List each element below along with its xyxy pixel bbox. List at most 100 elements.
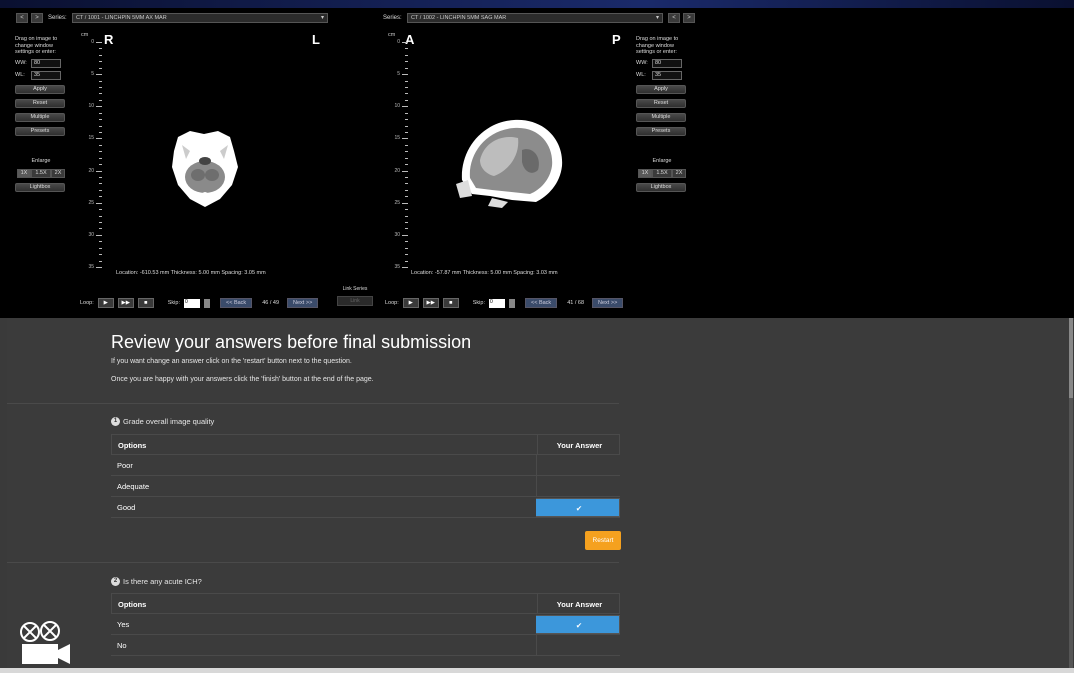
ruler-tick <box>405 93 408 95</box>
wl-input-right[interactable]: 35 <box>652 70 682 80</box>
ww-label: WW: <box>636 60 648 66</box>
scrollbar[interactable] <box>1069 318 1073 670</box>
reset-button[interactable]: Reset <box>15 98 65 108</box>
horizontal-scrollbar[interactable] <box>0 668 1074 673</box>
question-number: 1 <box>111 417 120 426</box>
ww-input-right[interactable]: 80 <box>652 58 682 68</box>
enlarge-1x-button-right[interactable]: 1X <box>637 168 653 178</box>
answer-cell <box>536 455 620 475</box>
table-row: Good ✔ <box>111 497 620 518</box>
sagittal-ct-image[interactable] <box>452 110 572 210</box>
loop-label: Loop: <box>385 300 399 306</box>
prev-series-button[interactable]: < <box>16 13 28 23</box>
question-text: Grade overall image quality <box>123 417 215 426</box>
skip-input[interactable]: 0 <box>184 298 200 308</box>
ruler-tick <box>99 254 102 256</box>
multiple-button-right[interactable]: Multiple <box>636 112 686 122</box>
ruler-number: 0 <box>91 39 94 45</box>
enlarge-2x-button-right[interactable]: 2X <box>671 168 687 178</box>
ruler-tick <box>405 196 408 198</box>
ruler-tick <box>405 67 408 69</box>
ruler-number: 20 <box>88 167 94 174</box>
ruler-number: 25 <box>394 199 400 206</box>
presets-button[interactable]: Presets <box>15 126 65 136</box>
ruler-tick <box>99 177 102 178</box>
fast-forward-icon[interactable]: ▶▶ <box>422 298 439 308</box>
table-row: Poor <box>111 455 620 476</box>
presets-button-right[interactable]: Presets <box>636 126 686 136</box>
ruler-tick <box>402 138 408 140</box>
reset-button-right[interactable]: Reset <box>636 98 686 108</box>
apply-button-right[interactable]: Apply <box>636 84 686 94</box>
ruler-tick <box>405 132 408 133</box>
chevron-down-icon: ▾ <box>320 15 324 21</box>
lightbox-button[interactable]: Lightbox <box>15 182 65 192</box>
answer-cell <box>536 635 620 655</box>
ruler-tick <box>99 151 102 153</box>
lightbox-button-right[interactable]: Lightbox <box>636 182 686 192</box>
ruler-number: 10 <box>88 103 94 110</box>
skip-input-right[interactable]: 0 <box>489 298 505 308</box>
play-icon[interactable]: ▶ <box>402 298 419 308</box>
ruler-tick <box>405 260 408 262</box>
location-info-right: Location: -57.87 mm Thickness: 5.00 mm S… <box>411 270 558 276</box>
col-your-answer: Your Answer <box>537 435 621 455</box>
col-options: Options <box>118 600 147 609</box>
skip-spinner[interactable] <box>204 298 210 308</box>
ruler-tick <box>405 99 408 101</box>
enlarge-options-right: 1X 1.5X 2X <box>636 168 688 178</box>
prev-series-button-right[interactable]: < <box>668 13 680 23</box>
ww-label: WW: <box>15 60 27 66</box>
ruler-tick <box>99 247 102 249</box>
restart-button[interactable]: Restart <box>585 531 621 550</box>
ruler-tick <box>405 112 408 114</box>
stop-icon[interactable]: ■ <box>137 298 154 308</box>
ruler-tick <box>405 228 408 230</box>
link-button[interactable]: Link <box>337 296 373 306</box>
ruler-tick <box>99 189 102 191</box>
ruler-tick <box>96 74 102 76</box>
ruler-tick <box>405 87 408 88</box>
option-label: No <box>117 641 127 650</box>
question-text: Is there any acute ICH? <box>123 577 202 586</box>
next-button[interactable]: Next >> <box>287 298 319 308</box>
skip-spinner[interactable] <box>509 298 515 308</box>
ruler-tick <box>405 80 408 82</box>
series-select-right[interactable]: CT / 1002 - LINCHPIN 5MM SAG MAR ▾ <box>407 13 663 23</box>
ruler-number: 10 <box>394 103 400 110</box>
enlarge-1x-button[interactable]: 1X <box>16 168 32 178</box>
next-series-button-right[interactable]: > <box>683 13 695 23</box>
play-icon[interactable]: ▶ <box>97 298 114 308</box>
apply-button[interactable]: Apply <box>15 84 65 94</box>
ww-input[interactable]: 80 <box>31 58 61 68</box>
next-button-right[interactable]: Next >> <box>592 298 624 308</box>
ruler-tick <box>99 112 102 114</box>
ruler-tick <box>99 209 102 211</box>
ruler-tick <box>99 228 102 230</box>
ruler-tick <box>99 54 102 56</box>
ruler-tick <box>99 222 102 223</box>
link-series: Link Series Link <box>336 286 374 306</box>
ruler-tick <box>99 144 102 146</box>
answer-cell <box>536 476 620 496</box>
video-camera-icon <box>20 621 70 664</box>
enlarge-1-5x-button[interactable]: 1.5X <box>31 168 51 178</box>
fast-forward-icon[interactable]: ▶▶ <box>117 298 134 308</box>
next-series-button[interactable]: > <box>31 13 43 23</box>
ruler-tick <box>405 61 408 63</box>
ruler-tick <box>405 209 408 211</box>
series-select-left[interactable]: CT / 1001 - LINCHPIN 5MM AX MAR ▾ <box>72 13 328 23</box>
multiple-button[interactable]: Multiple <box>15 112 65 122</box>
review-panel: Review your answers before final submiss… <box>7 318 1073 670</box>
axial-ct-image[interactable] <box>160 125 250 215</box>
wl-input[interactable]: 35 <box>31 70 61 80</box>
slice-counter-right: 41 / 68 <box>567 300 585 306</box>
enlarge-1-5x-button-right[interactable]: 1.5X <box>652 168 672 178</box>
ruler-tick <box>405 54 408 56</box>
scrollbar-thumb[interactable] <box>1069 318 1073 398</box>
stop-icon[interactable]: ■ <box>442 298 459 308</box>
ruler-number: 5 <box>397 71 400 78</box>
back-button-right[interactable]: << Back <box>525 298 558 308</box>
back-button[interactable]: << Back <box>220 298 253 308</box>
enlarge-2x-button[interactable]: 2X <box>50 168 66 178</box>
